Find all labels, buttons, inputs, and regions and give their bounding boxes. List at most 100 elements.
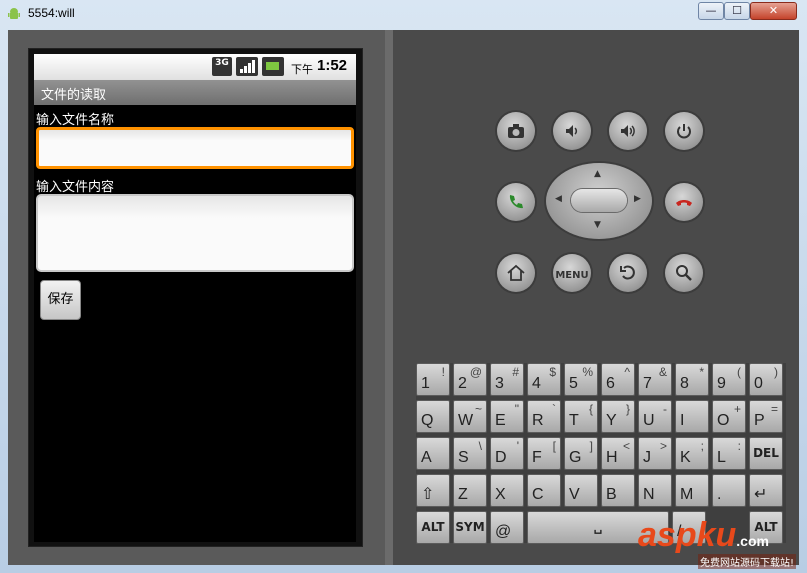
- end-call-button[interactable]: [665, 183, 703, 221]
- key-at[interactable]: @: [490, 511, 524, 544]
- key-2-2[interactable]: D ': [490, 437, 524, 470]
- key-sym[interactable]: SYM: [453, 511, 487, 544]
- dpad-down-icon[interactable]: ▼: [594, 220, 601, 230]
- key-0-1[interactable]: 2 @: [453, 363, 487, 396]
- camera-button[interactable]: [497, 112, 535, 150]
- close-button[interactable]: ✕: [750, 2, 797, 20]
- key-2-9[interactable]: DEL: [749, 437, 783, 470]
- key-alt-label: ]: [589, 439, 593, 453]
- key-3-2[interactable]: X: [490, 474, 524, 507]
- dpad[interactable]: ▲ ▼ ◀ ▶: [546, 163, 652, 239]
- volume-down-button[interactable]: [553, 112, 591, 150]
- key-2-0[interactable]: A: [416, 437, 450, 470]
- key-label: ALT: [421, 520, 445, 534]
- key-label: A: [421, 449, 432, 466]
- power-button[interactable]: [665, 112, 703, 150]
- menu-button[interactable]: MENU: [553, 254, 591, 292]
- maximize-button[interactable]: ☐: [724, 2, 750, 20]
- key-label: L: [717, 449, 726, 466]
- key-2-6[interactable]: J >: [638, 437, 672, 470]
- key-1-7[interactable]: I: [675, 400, 709, 433]
- key-3-8[interactable]: .: [712, 474, 746, 507]
- home-icon: [507, 264, 525, 281]
- key-1-9[interactable]: P =: [749, 400, 783, 433]
- key-0-4[interactable]: 5%: [564, 363, 598, 396]
- key-3-6[interactable]: N: [638, 474, 672, 507]
- watermark-subtitle: 免费网站源码下载站!: [698, 554, 797, 569]
- dpad-left-icon[interactable]: ◀: [555, 194, 562, 204]
- key-2-4[interactable]: G]: [564, 437, 598, 470]
- save-button[interactable]: 保存: [40, 280, 81, 320]
- key-label: 7: [643, 375, 652, 392]
- title-bar[interactable]: 5554:will — ☐ ✕: [0, 0, 807, 28]
- key-3-3[interactable]: C: [527, 474, 561, 507]
- key-label: B: [606, 486, 617, 503]
- key-3-1[interactable]: Z: [453, 474, 487, 507]
- key-alt-label: ": [514, 402, 519, 416]
- key-alt-label: {: [588, 402, 593, 416]
- status-ampm: 下午: [291, 63, 313, 76]
- key-0-9[interactable]: 0): [749, 363, 783, 396]
- key-1-5[interactable]: Y}: [601, 400, 635, 433]
- dpad-up-icon[interactable]: ▲: [594, 169, 601, 179]
- key-3-7[interactable]: M: [675, 474, 709, 507]
- dpad-right-icon[interactable]: ▶: [634, 194, 641, 204]
- key-alt-label: `: [552, 402, 556, 416]
- search-button[interactable]: [665, 254, 703, 292]
- status-time: 1:52: [317, 57, 348, 74]
- key-1-4[interactable]: T{: [564, 400, 598, 433]
- key-label: 2: [458, 375, 467, 392]
- key-2-5[interactable]: H <: [601, 437, 635, 470]
- battery-icon: [262, 57, 284, 76]
- key-label: M: [680, 486, 694, 503]
- key-2-3[interactable]: F[: [527, 437, 561, 470]
- volume-up-button[interactable]: [609, 112, 647, 150]
- key-label: S: [458, 449, 469, 466]
- key-1-3[interactable]: R `: [527, 400, 561, 433]
- key-alt-label: ): [774, 365, 778, 379]
- key-1-0[interactable]: Q: [416, 400, 450, 433]
- key-label: @: [495, 523, 512, 540]
- key-0-7[interactable]: 8 *: [675, 363, 709, 396]
- back-button[interactable]: [609, 254, 647, 292]
- key-3-4[interactable]: V: [564, 474, 598, 507]
- key-1-2[interactable]: E ": [490, 400, 524, 433]
- key-alt-label: +: [733, 402, 741, 416]
- signal-strength-icon: [236, 57, 258, 76]
- key-label: 4: [532, 375, 541, 392]
- key-1-8[interactable]: O +: [712, 400, 746, 433]
- key-0-2[interactable]: 3 #: [490, 363, 524, 396]
- filename-input[interactable]: [36, 127, 354, 169]
- key-label: J: [643, 449, 651, 466]
- key-2-8[interactable]: L:: [712, 437, 746, 470]
- back-icon: [620, 265, 635, 280]
- key-label: H: [606, 449, 618, 466]
- key-alt-label: ;: [700, 439, 704, 453]
- key-3-9[interactable]: ↵: [749, 474, 783, 507]
- menu-label: MENU: [555, 270, 589, 281]
- key-label: E: [495, 412, 506, 429]
- minimize-button[interactable]: —: [698, 2, 724, 20]
- key-2-7[interactable]: K;: [675, 437, 709, 470]
- watermark-logo: aspku.com 免费网站源码下载站!: [638, 516, 803, 569]
- content-input[interactable]: [36, 194, 354, 272]
- home-button[interactable]: [497, 254, 535, 292]
- key-0-3[interactable]: 4 $: [527, 363, 561, 396]
- key-2-1[interactable]: S \: [453, 437, 487, 470]
- key-alt-left[interactable]: ALT: [416, 511, 450, 544]
- key-alt-label: !: [441, 365, 445, 379]
- key-label: Z: [458, 486, 468, 503]
- key-3-0[interactable]: ⇧: [416, 474, 450, 507]
- key-0-6[interactable]: 7 &: [638, 363, 672, 396]
- key-label: C: [532, 486, 544, 503]
- call-button[interactable]: [497, 183, 535, 221]
- dpad-center-button[interactable]: [571, 189, 627, 212]
- key-0-0[interactable]: 1!: [416, 363, 450, 396]
- key-1-1[interactable]: W ~: [453, 400, 487, 433]
- key-3-5[interactable]: B: [601, 474, 635, 507]
- key-label: K: [680, 449, 691, 466]
- key-label: 5: [569, 375, 578, 392]
- key-1-6[interactable]: U-: [638, 400, 672, 433]
- key-0-5[interactable]: 6 ^: [601, 363, 635, 396]
- key-0-8[interactable]: 9(: [712, 363, 746, 396]
